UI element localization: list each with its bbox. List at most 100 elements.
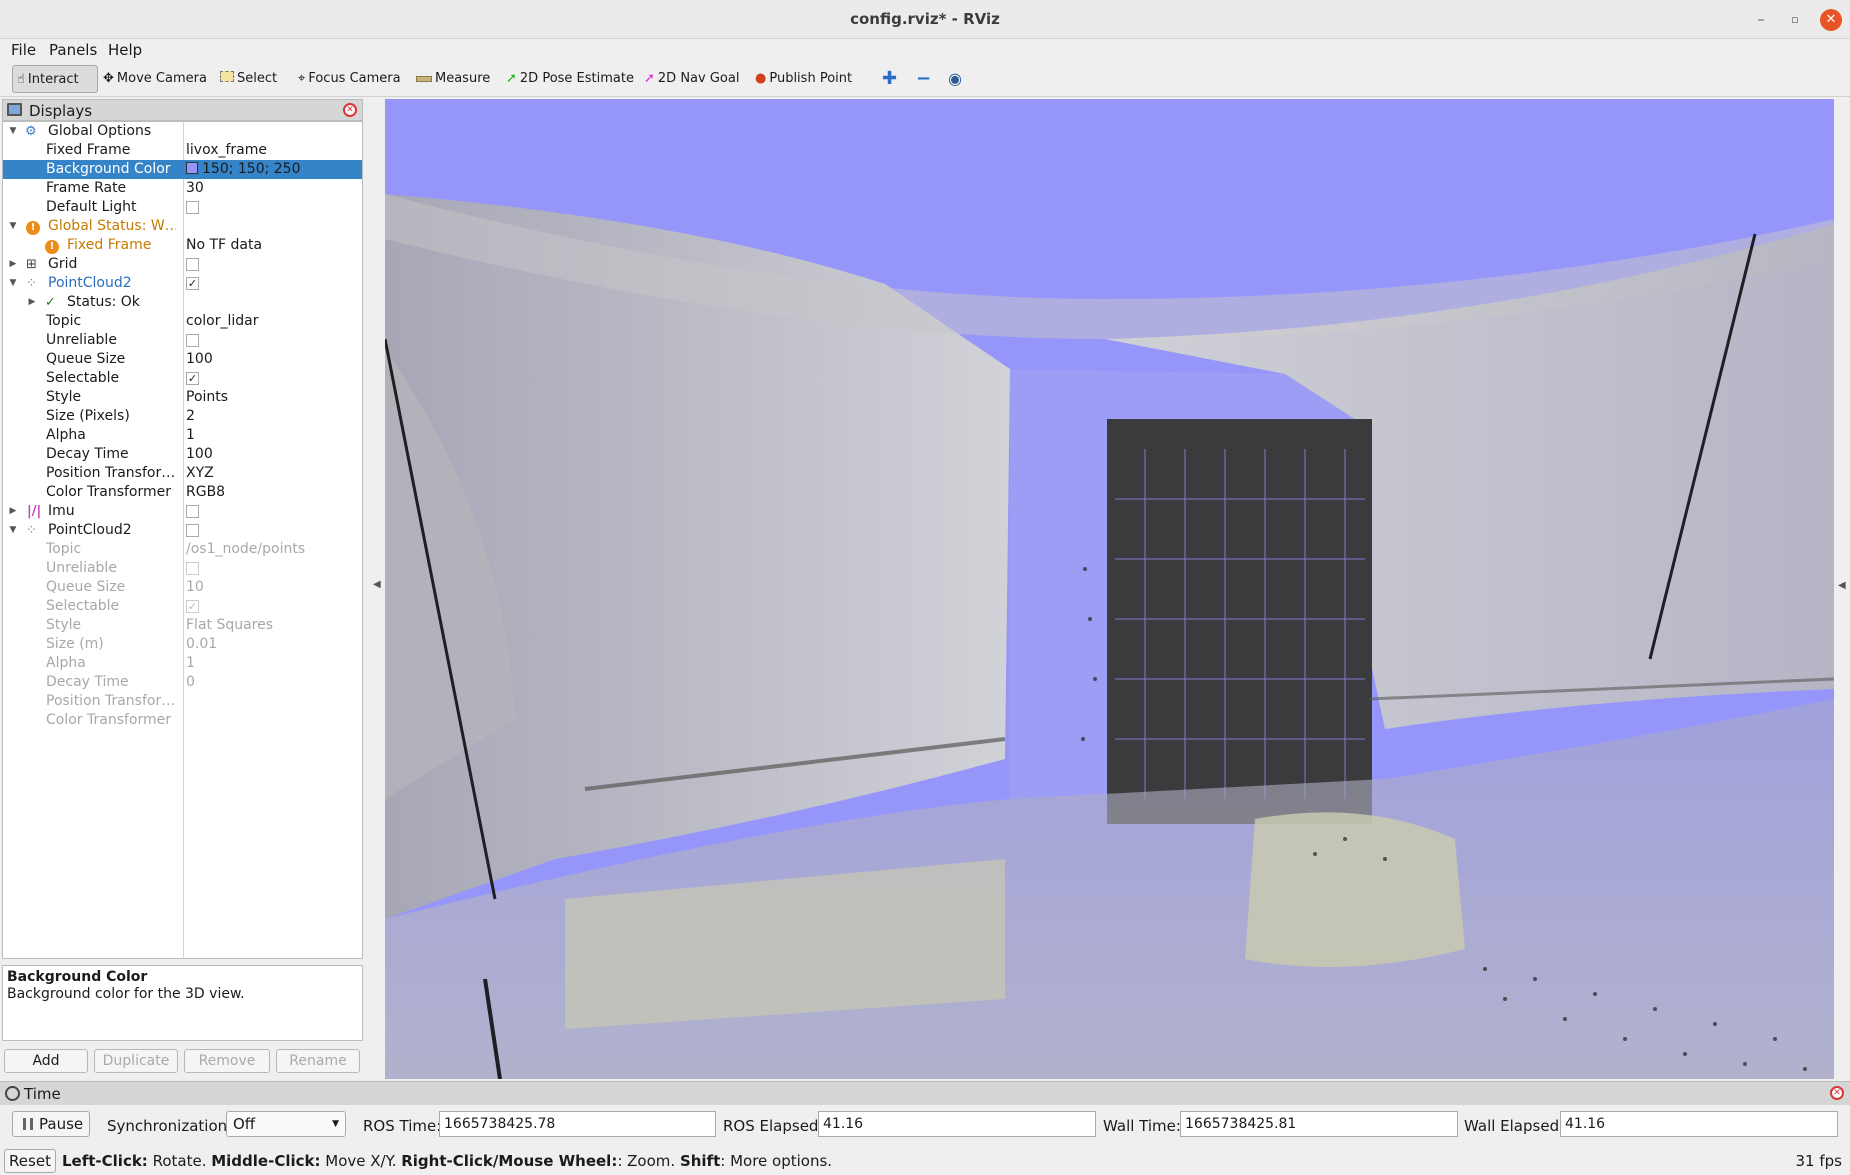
collapse-arrow-icon[interactable]: ▼ — [7, 521, 19, 540]
expand-arrow-icon[interactable]: ▶ — [7, 502, 19, 521]
add-tool-icon[interactable]: ✚ — [882, 65, 897, 93]
pointcloud-icon: ⁘ — [26, 523, 37, 538]
row-value: No TF data — [186, 237, 263, 253]
menu-help[interactable]: Help — [108, 41, 142, 59]
tree-row-status-ok[interactable]: ▶ ✓ Status: Ok — [3, 293, 362, 312]
add-button[interactable]: Add — [4, 1049, 88, 1073]
tree-row-style-b[interactable]: Style Flat Squares — [3, 616, 362, 635]
row-value: 10 — [186, 579, 204, 595]
tree-row-global-options[interactable]: ▼ ⚙ Global Options — [3, 122, 362, 141]
tool-focus-camera[interactable]: ⌖ Focus Camera — [298, 65, 401, 93]
tree-row-alpha[interactable]: Alpha 1 — [3, 426, 362, 445]
tree-row-topic-b[interactable]: Topic/os1_node/points — [3, 540, 362, 559]
map-pin-icon: ● — [755, 71, 767, 86]
tree-row-style[interactable]: Style Points — [3, 388, 362, 407]
pause-icon — [23, 1118, 33, 1130]
remove-tool-icon[interactable]: − — [916, 65, 931, 93]
ros-time-field[interactable]: 1665738425.78 — [439, 1111, 716, 1137]
tree-row-unreliable-b[interactable]: Unreliable — [3, 559, 362, 578]
collapse-left-icon[interactable]: ◀ — [373, 579, 381, 590]
tool-2d-pose-estimate[interactable]: ➚ 2D Pose Estimate — [506, 65, 634, 93]
tree-row-queue-size-b[interactable]: Queue Size 10 — [3, 578, 362, 597]
tree-row-frame-rate[interactable]: Frame Rate 30 — [3, 179, 362, 198]
tree-row-default-light[interactable]: Default Light — [3, 198, 362, 217]
tool-select[interactable]: Select — [220, 65, 277, 93]
tree-row-decay-time-b[interactable]: Decay Time 0 — [3, 673, 362, 692]
tree-row-grid[interactable]: ▶ ⊞ Grid — [3, 255, 362, 274]
checkbox[interactable] — [186, 562, 199, 575]
row-label: Imu — [48, 503, 75, 519]
tree-row-decay-time[interactable]: Decay Time 100 — [3, 445, 362, 464]
row-label: Alpha — [46, 655, 86, 671]
tree-row-selectable[interactable]: Selectable ✓ — [3, 369, 362, 388]
displays-close-icon[interactable]: ✕ — [343, 103, 357, 117]
tree-row-size-pixels[interactable]: Size (Pixels) 2 — [3, 407, 362, 426]
ros-elapsed-field[interactable]: 41.16 — [818, 1111, 1096, 1137]
wall-elapsed-field[interactable]: 41.16 — [1560, 1111, 1838, 1137]
tool-move-camera[interactable]: ✥ Move Camera — [103, 65, 207, 93]
tool-measure[interactable]: Measure — [416, 65, 490, 93]
expand-arrow-icon[interactable]: ▶ — [26, 293, 38, 312]
checkbox[interactable]: ✓ — [186, 277, 199, 290]
row-label: Topic — [46, 541, 82, 557]
tool-2d-nav-goal[interactable]: ➚ 2D Nav Goal — [644, 65, 739, 93]
tree-row-position-transformer[interactable]: Position Transfor… XYZ — [3, 464, 362, 483]
tree-row-fixed-frame[interactable]: Fixed Frame livox_frame — [3, 141, 362, 160]
checkbox[interactable] — [186, 258, 199, 271]
minimize-icon[interactable]: – — [1750, 9, 1772, 31]
tree-row-color-transformer[interactable]: Color Transformer RGB8 — [3, 483, 362, 502]
menu-panels[interactable]: Panels — [49, 41, 97, 59]
checkbox[interactable] — [186, 505, 199, 518]
wall-time-field[interactable]: 1665738425.81 — [1180, 1111, 1458, 1137]
tree-row-size-m-b[interactable]: Size (m) 0.01 — [3, 635, 362, 654]
tree-row-topic[interactable]: Topic color_lidar — [3, 312, 362, 331]
tree-row-global-status[interactable]: ▼! Global Status: W… — [3, 217, 362, 236]
close-icon[interactable]: ✕ — [1820, 9, 1842, 31]
3d-render-view[interactable] — [385, 99, 1834, 1079]
menu-file[interactable]: File — [11, 41, 36, 59]
checkbox[interactable] — [186, 201, 199, 214]
maximize-icon[interactable]: ▫ — [1784, 9, 1806, 31]
pause-button[interactable]: Pause — [12, 1111, 90, 1137]
checkbox[interactable]: ✓ — [186, 600, 199, 613]
panel-splitter[interactable]: ◀ — [364, 99, 385, 1079]
checkbox[interactable]: ✓ — [186, 372, 199, 385]
collapse-right-icon[interactable]: ◀ — [1838, 580, 1846, 591]
background-color-value[interactable]: 150; 150; 250 — [183, 160, 362, 179]
monitor-icon — [7, 103, 22, 116]
tool-2d-pose-label: 2D Pose Estimate — [519, 71, 634, 86]
tree-row-unreliable[interactable]: Unreliable — [3, 331, 362, 350]
view-eye-icon[interactable]: ◉ — [948, 65, 962, 93]
tree-row-pointcloud2[interactable]: ▼ ⁘ PointCloud2 ✓ — [3, 274, 362, 293]
checkbox[interactable] — [186, 524, 199, 537]
tool-publish-point[interactable]: ● Publish Point — [755, 65, 852, 93]
collapse-arrow-icon[interactable]: ▼ — [7, 217, 19, 236]
tree-row-color-transformer-b[interactable]: Color Transformer — [3, 711, 362, 730]
time-close-icon[interactable]: ✕ — [1830, 1086, 1844, 1100]
tree-row-alpha-b[interactable]: Alpha 1 — [3, 654, 362, 673]
tool-interact[interactable]: ☝ Interact — [12, 65, 98, 93]
row-label: Unreliable — [46, 560, 117, 576]
collapse-arrow-icon[interactable]: ▼ — [7, 274, 19, 293]
tree-row-selectable-b[interactable]: Selectable ✓ — [3, 597, 362, 616]
tree-row-queue-size[interactable]: Queue Size 100 — [3, 350, 362, 369]
tree-row-fixed-frame-status[interactable]: ! Fixed Frame No TF data — [3, 236, 362, 255]
tree-row-imu[interactable]: ▶ |/| Imu — [3, 502, 362, 521]
remove-button[interactable]: Remove — [184, 1049, 270, 1073]
hint-text: : More options. — [720, 1152, 833, 1170]
collapse-arrow-icon[interactable]: ▼ — [7, 122, 19, 141]
duplicate-button[interactable]: Duplicate — [94, 1049, 178, 1073]
rename-button[interactable]: Rename — [276, 1049, 360, 1073]
row-value: 0 — [186, 674, 195, 690]
checkbox[interactable] — [186, 334, 199, 347]
displays-tree[interactable]: ▼ ⚙ Global Options Fixed Frame livox_frame … — [2, 121, 363, 959]
row-label: Queue Size — [46, 579, 126, 595]
expand-arrow-icon[interactable]: ▶ — [7, 255, 19, 274]
reset-button[interactable]: Reset — [4, 1149, 56, 1173]
tree-row-position-transformer-b[interactable]: Position Transfor… — [3, 692, 362, 711]
hint-text: Move X/Y. — [320, 1152, 402, 1170]
row-label: Alpha — [46, 427, 86, 443]
property-description: Background Color Background color for th… — [2, 965, 363, 1041]
sync-select[interactable]: Off ▼ — [226, 1111, 346, 1137]
tree-row-pointcloud2-b[interactable]: ▼ ⁘ PointCloud2 — [3, 521, 362, 540]
